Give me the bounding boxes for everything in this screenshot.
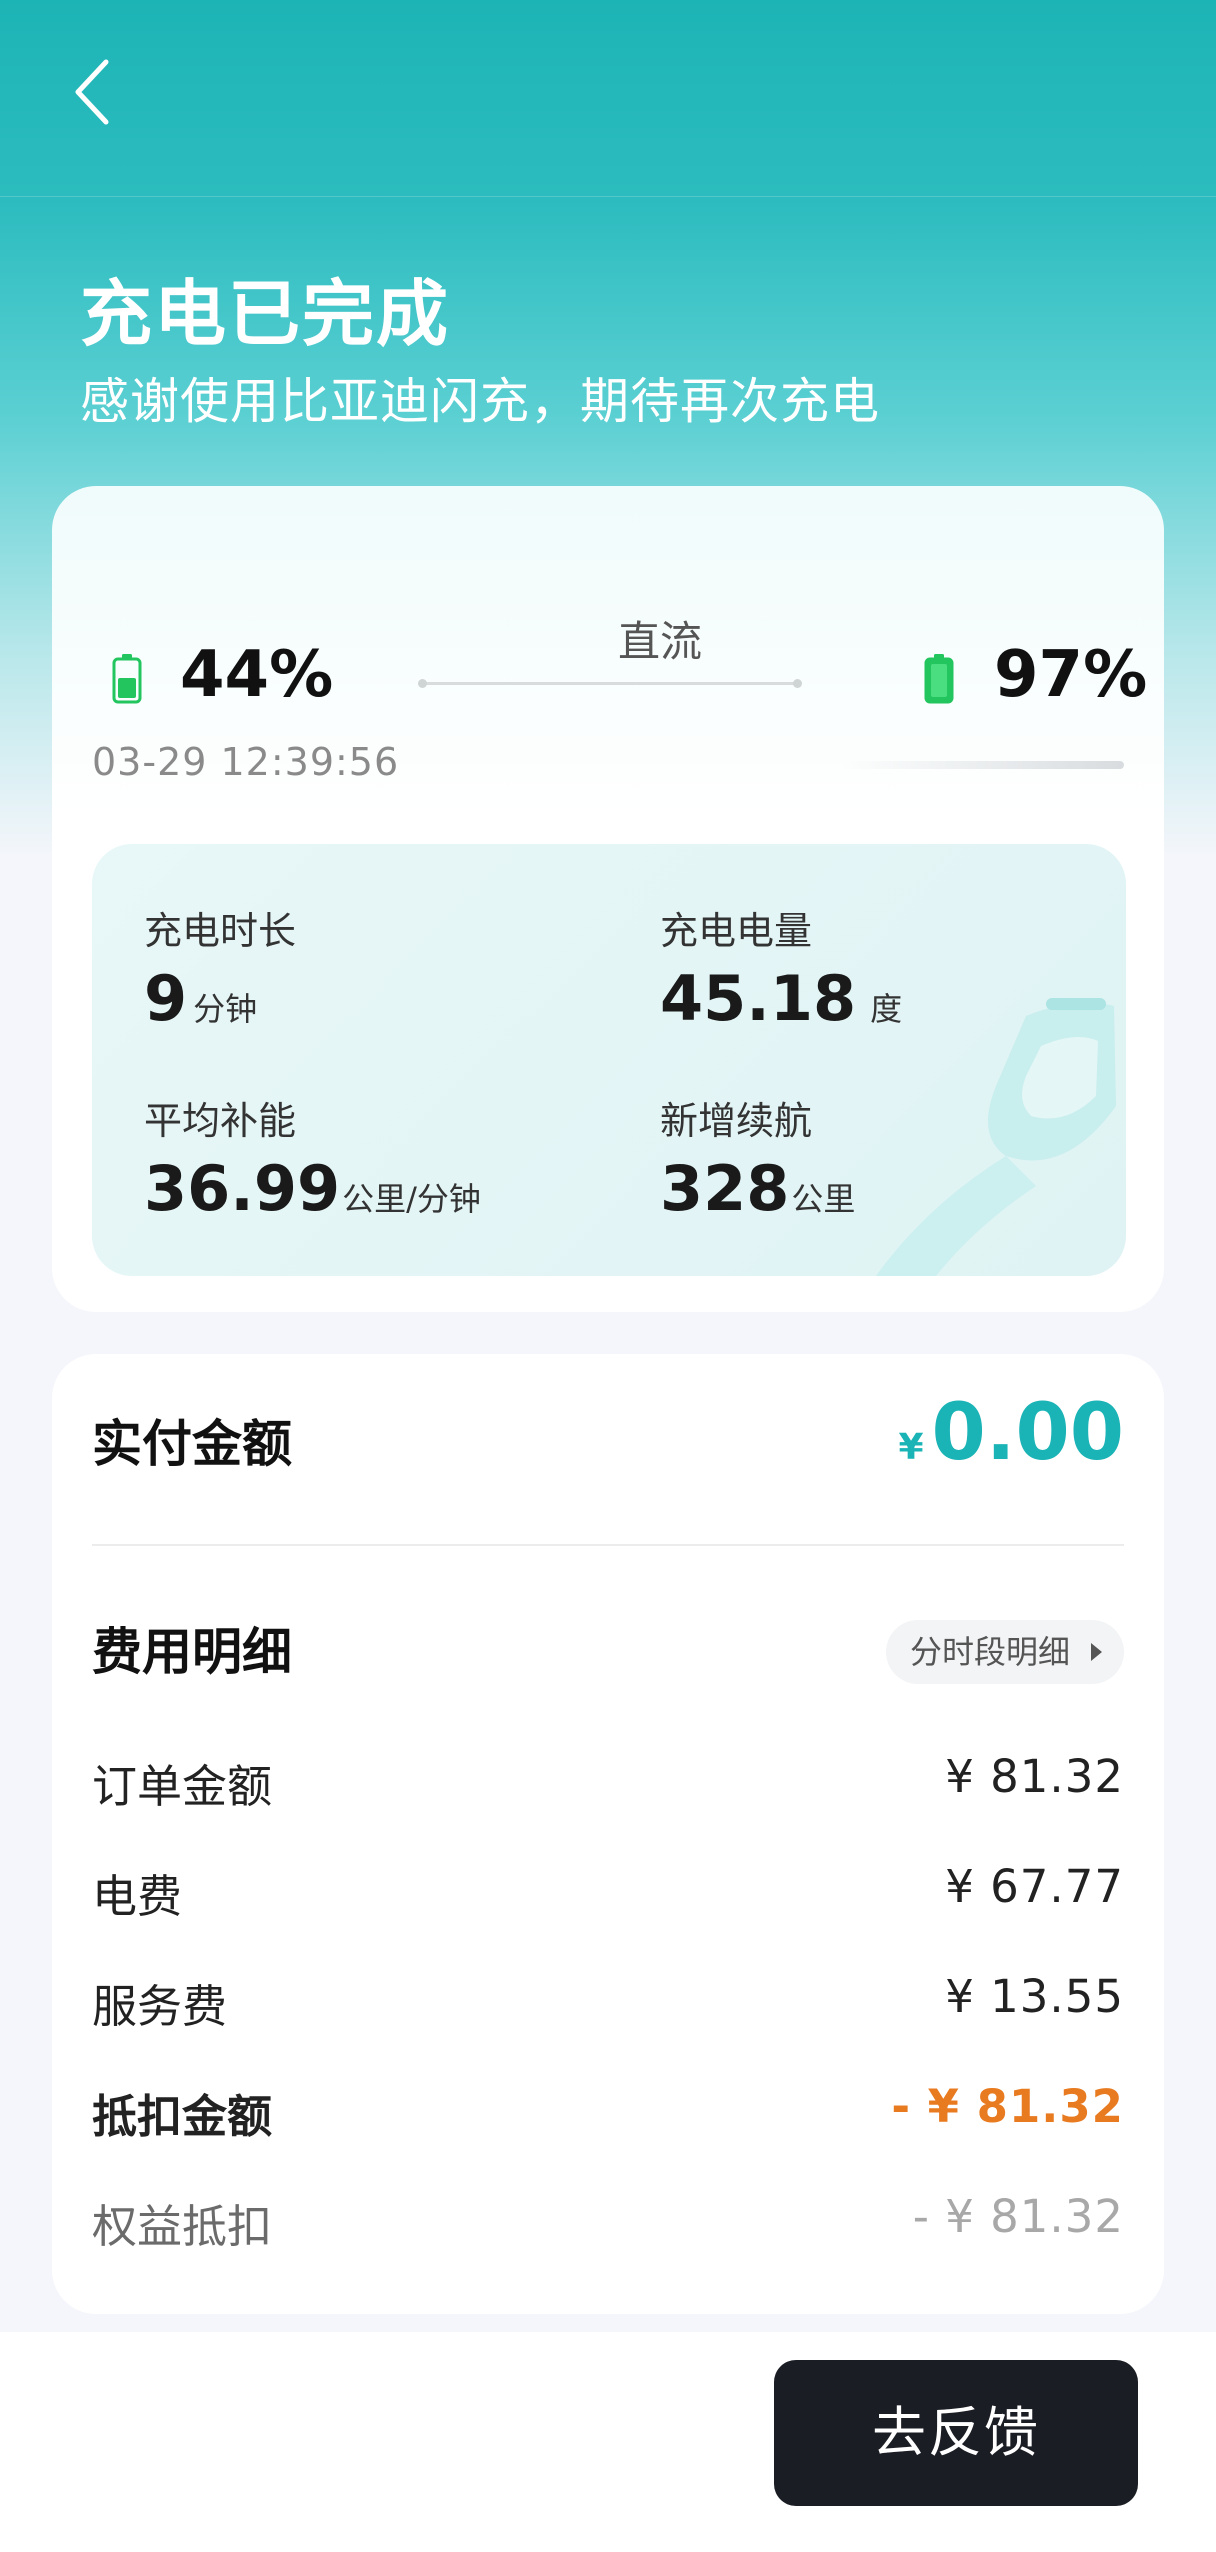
order-amount-label: 订单金额 <box>92 1760 273 1813</box>
charge-stats-panel: 充电时长 9 分钟 充电电量 45.18 度 平均补能 36.99公里/分钟 新增续… <box>92 844 1126 1276</box>
avg-rate-value: 36.99公里/分钟 <box>144 1152 481 1225</box>
end-percent: 97% <box>994 638 1148 712</box>
payment-card: 实付金额 ¥0.00 费用明细 分时段明细 订单金额 ¥ 81.32 电费 ¥ … <box>52 1354 1164 2314</box>
chevron-right-icon <box>1091 1643 1102 1661</box>
charging-gun-icon <box>876 998 1116 1276</box>
deduction-value: - ¥ 81.32 <box>891 2080 1124 2133</box>
start-time: 03-29 12:39:56 <box>92 740 400 784</box>
order-amount-value: ¥ 81.32 <box>945 1750 1124 1803</box>
charge-summary-card: 直流 44% 97% 03-29 12:39:56 充电时长 9 分钟 充电电量 … <box>52 486 1164 1312</box>
avg-rate-label: 平均补能 <box>144 1099 297 1143</box>
feedback-button[interactable]: 去反馈 <box>774 2360 1138 2506</box>
battery-start-icon <box>112 654 142 704</box>
paid-amount-label: 实付金额 <box>92 1415 292 1473</box>
electricity-fee-value: ¥ 67.77 <box>945 1860 1124 1913</box>
range-added-value: 328公里 <box>660 1152 856 1225</box>
benefit-deduction-value: - ¥ 81.32 <box>912 2190 1124 2243</box>
charge-mode-label: 直流 <box>617 617 702 666</box>
energy-label: 充电电量 <box>660 909 813 953</box>
paid-amount: ¥0.00 <box>898 1388 1124 1478</box>
page-title: 充电已完成 <box>80 272 451 356</box>
divider <box>92 1544 1124 1546</box>
fee-detail-title: 费用明细 <box>92 1623 292 1681</box>
service-fee-label: 服务费 <box>92 1980 228 2033</box>
charge-progress-line <box>418 679 802 688</box>
nav-divider <box>0 196 1216 197</box>
duration-value: 9 分钟 <box>144 962 258 1035</box>
page-subtitle: 感谢使用比亚迪闪充，期待再次充电 <box>80 373 881 430</box>
start-percent: 44% <box>180 638 334 712</box>
back-button[interactable] <box>62 52 132 132</box>
electricity-fee-label: 电费 <box>92 1870 183 1923</box>
back-arrow-icon <box>75 59 109 125</box>
end-time-placeholder <box>842 761 1124 769</box>
range-added-label: 新增续航 <box>660 1099 813 1143</box>
deduction-label: 抵扣金额 <box>92 2090 273 2143</box>
battery-end-icon <box>924 654 954 704</box>
time-breakdown-button[interactable]: 分时段明细 <box>885 1620 1124 1684</box>
benefit-deduction-label: 权益抵扣 <box>92 2200 273 2253</box>
duration-label: 充电时长 <box>144 909 297 953</box>
service-fee-value: ¥ 13.55 <box>945 1970 1124 2023</box>
